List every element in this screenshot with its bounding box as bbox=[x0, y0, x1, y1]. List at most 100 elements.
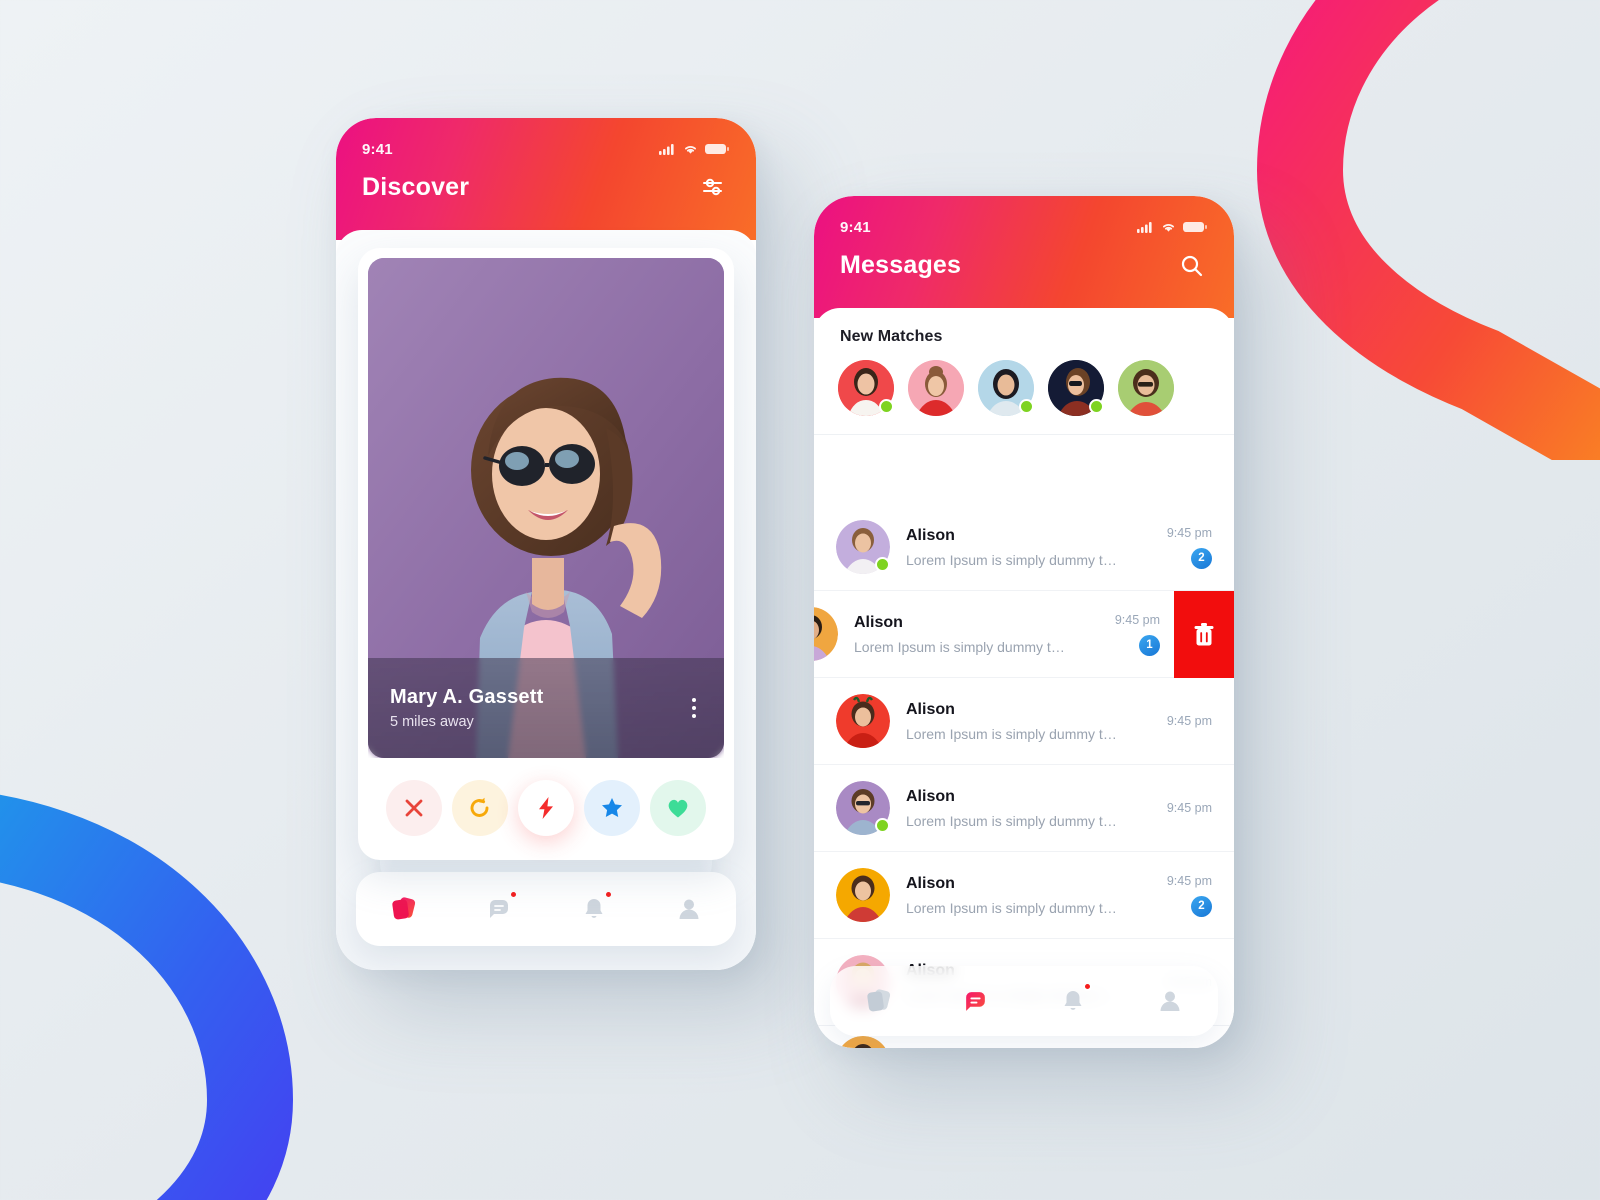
unread-badge: 1 bbox=[1139, 634, 1160, 656]
profile-name: Mary A. Gassett bbox=[390, 686, 544, 708]
alerts-badge-dot bbox=[1082, 982, 1092, 991]
signal-bars-icon bbox=[1137, 222, 1152, 233]
decorative-pink-hook-shape bbox=[1256, 0, 1600, 460]
online-indicator bbox=[1019, 399, 1034, 414]
close-x-icon bbox=[405, 799, 423, 817]
thread-name: Alison bbox=[906, 526, 955, 544]
decorative-blue-hook-shape bbox=[0, 794, 294, 1200]
nav-item-cards[interactable] bbox=[856, 978, 902, 1024]
chat-bubble-icon bbox=[966, 991, 985, 1011]
thread-avatar bbox=[836, 1036, 890, 1048]
status-icons bbox=[659, 143, 730, 155]
rewind-button[interactable] bbox=[452, 780, 508, 836]
unread-badge: 2 bbox=[1191, 547, 1212, 569]
thread-name: Alison bbox=[906, 787, 955, 805]
thread-avatar bbox=[836, 781, 890, 835]
thread-text: Alison Lorem Ipsum is simply dummy text.… bbox=[906, 875, 1124, 916]
message-thread-row[interactable]: Alison Lorem Ipsum is simply dummy text.… bbox=[814, 504, 1234, 591]
messages-body: New Matches Alison Lorem Ipsum is simply… bbox=[814, 308, 1234, 1048]
thread-preview: Lorem Ipsum is simply dummy text... bbox=[906, 899, 1124, 916]
boost-button[interactable] bbox=[518, 780, 574, 836]
thread-meta: 9:45 pm bbox=[1140, 714, 1212, 728]
nav-item-profile[interactable] bbox=[666, 886, 712, 932]
cards-stack-icon bbox=[391, 897, 415, 920]
profile-card[interactable]: Mary A. Gassett 5 miles away bbox=[358, 248, 734, 860]
message-thread-row[interactable]: Alison Lorem Ipsum is simply dummy text.… bbox=[814, 678, 1234, 765]
match-avatar-1[interactable] bbox=[838, 360, 894, 416]
thread-time: 9:45 pm bbox=[1166, 714, 1212, 728]
nav-item-profile[interactable] bbox=[1147, 978, 1193, 1024]
nav-item-chat[interactable] bbox=[953, 978, 999, 1024]
thread-meta: 9:45 pm 1 bbox=[1088, 613, 1160, 656]
messages-title-row: Messages bbox=[814, 238, 1234, 282]
thread-meta: 9:45 pm bbox=[1140, 801, 1212, 815]
thread-time: 9:45 pm bbox=[1166, 873, 1212, 888]
new-matches-row bbox=[814, 346, 1234, 434]
kebab-menu-icon[interactable] bbox=[686, 692, 702, 724]
nav-item-alerts[interactable] bbox=[1050, 978, 1096, 1024]
message-thread-row[interactable]: Alison Lorem Ipsum is simply dummy text.… bbox=[814, 765, 1234, 852]
nope-button[interactable] bbox=[386, 780, 442, 836]
message-thread-row[interactable]: Alison Lorem Ipsum is simply dummy text.… bbox=[814, 852, 1234, 939]
thread-name: Alison bbox=[854, 613, 903, 631]
profile-card-text: Mary A. Gassett 5 miles away bbox=[390, 686, 543, 730]
online-indicator bbox=[875, 818, 890, 833]
status-bar: 9:41 bbox=[336, 118, 756, 160]
thread-avatar bbox=[836, 520, 890, 574]
phone-messages: 9:41 Messages New Matches Alison Lorem I… bbox=[814, 196, 1234, 1048]
discover-header: 9:41 Discover bbox=[336, 118, 756, 240]
match-avatar-4[interactable] bbox=[1048, 360, 1104, 416]
profile-card-info: Mary A. Gassett 5 miles away bbox=[368, 658, 724, 758]
filter-sliders-icon[interactable] bbox=[696, 170, 730, 204]
discover-screen: 9:41 Discover Mary A. Gassett 5 miles aw… bbox=[336, 118, 756, 970]
status-time: 9:41 bbox=[362, 140, 393, 158]
thread-swipe-content[interactable]: Alison Lorem Ipsum is simply dummy text.… bbox=[814, 591, 1182, 678]
bolt-icon bbox=[539, 797, 553, 819]
thread-preview: Lorem Ipsum is simply dummy text... bbox=[906, 725, 1124, 742]
messages-screen: 9:41 Messages New Matches Alison Lorem I… bbox=[814, 196, 1234, 1048]
alerts-badge-dot bbox=[603, 890, 613, 899]
person-icon bbox=[679, 899, 698, 919]
bell-icon bbox=[585, 899, 602, 918]
thread-name: Alison bbox=[906, 700, 955, 718]
unread-badge: 2 bbox=[1191, 895, 1212, 917]
thread-name: Alison bbox=[906, 874, 955, 892]
rewind-icon bbox=[470, 797, 489, 817]
avatar bbox=[908, 360, 964, 416]
bell-icon bbox=[1064, 991, 1081, 1010]
phone-discover: 9:41 Discover Mary A. Gassett 5 miles aw… bbox=[336, 118, 756, 970]
profile-distance: 5 miles away bbox=[390, 714, 474, 730]
messages-header: 9:41 Messages bbox=[814, 196, 1234, 318]
messages-bottom-nav bbox=[830, 966, 1218, 1036]
card-stack: Mary A. Gassett 5 miles away bbox=[358, 248, 734, 902]
avatar bbox=[1118, 360, 1174, 416]
person-icon bbox=[1160, 991, 1179, 1011]
thread-text: Alison Lorem Ipsum is simply dummy text.… bbox=[906, 701, 1124, 742]
match-avatar-3[interactable] bbox=[978, 360, 1034, 416]
thread-text: Alison Lorem Ipsum is simply dummy text.… bbox=[854, 614, 1072, 655]
avatar bbox=[836, 868, 890, 922]
super-like-button[interactable] bbox=[584, 780, 640, 836]
nav-item-cards[interactable] bbox=[381, 886, 427, 932]
page-title: Discover bbox=[362, 172, 470, 201]
page-title: Messages bbox=[840, 250, 962, 279]
matches-divider bbox=[814, 434, 1234, 435]
delete-thread-button[interactable] bbox=[1174, 591, 1234, 678]
battery-icon bbox=[705, 144, 729, 154]
thread-avatar bbox=[836, 868, 890, 922]
search-icon[interactable] bbox=[1174, 248, 1208, 282]
message-thread-row-swiped[interactable]: Alison Lorem Ipsum is simply dummy text.… bbox=[814, 591, 1234, 678]
discover-title-row: Discover bbox=[336, 160, 756, 204]
nav-item-alerts[interactable] bbox=[571, 886, 617, 932]
match-avatar-2[interactable] bbox=[908, 360, 964, 416]
wifi-icon bbox=[1163, 224, 1174, 232]
avatar bbox=[814, 607, 838, 661]
match-avatar-5[interactable] bbox=[1118, 360, 1174, 416]
thread-preview: Lorem Ipsum is simply dummy text... bbox=[906, 812, 1124, 829]
discover-bottom-nav bbox=[356, 872, 736, 946]
nav-item-chat[interactable] bbox=[476, 886, 522, 932]
thread-avatar bbox=[836, 694, 890, 748]
battery-icon bbox=[1183, 222, 1207, 232]
thread-text: Alison Lorem Ipsum is simply dummy text.… bbox=[906, 527, 1124, 568]
like-button[interactable] bbox=[650, 780, 706, 836]
